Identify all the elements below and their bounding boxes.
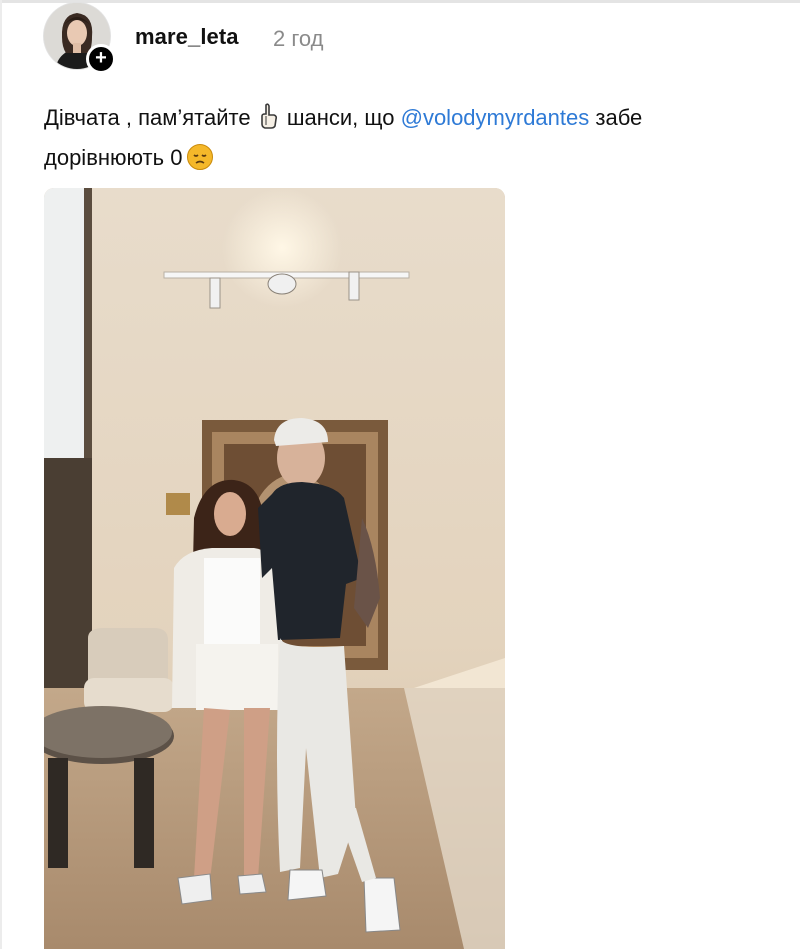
timestamp: 2 год xyxy=(273,26,324,51)
sad-face-icon xyxy=(186,143,214,182)
text-part-3: забе xyxy=(595,105,643,130)
window-left-edge xyxy=(0,0,2,949)
post-photo[interactable] xyxy=(44,188,505,949)
text-line-2: дорівнюють 0 xyxy=(44,145,183,170)
text-part-2: шанси, що xyxy=(286,105,395,130)
window-top-edge xyxy=(0,0,800,3)
mention-link[interactable]: @volodymyrdantes xyxy=(401,105,590,130)
text-part-1: Дівчата , пам’ятайте xyxy=(44,105,251,130)
follow-plus-icon[interactable]: + xyxy=(86,44,116,74)
username[interactable]: mare_leta xyxy=(135,24,239,50)
post-text: Дівчата , пам’ятайте шанси, що @volodymy… xyxy=(44,100,800,182)
post-text-line-2: дорівнюють 0 xyxy=(44,140,800,182)
index-pointing-up-icon xyxy=(259,103,279,140)
post-text-line-1: Дівчата , пам’ятайте шанси, що @volodymy… xyxy=(44,100,800,140)
